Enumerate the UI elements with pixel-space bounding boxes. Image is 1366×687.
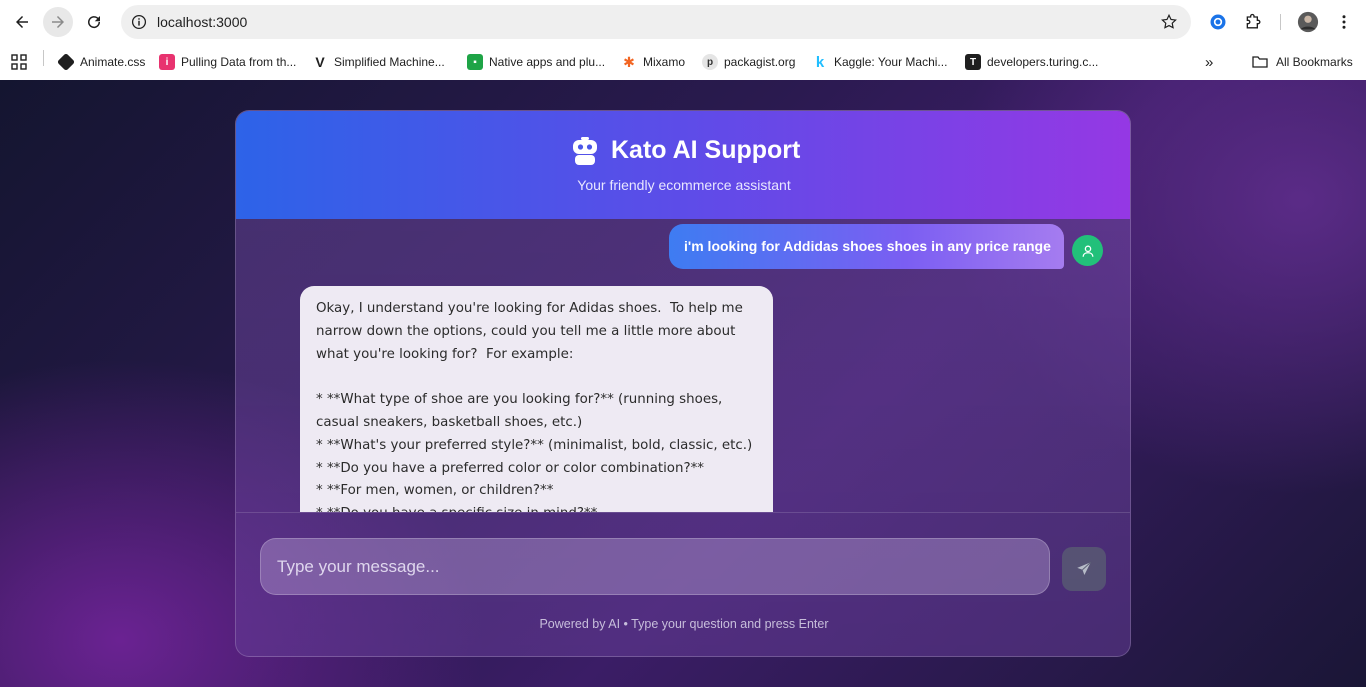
profile-avatar[interactable] (1296, 8, 1320, 36)
simplified-favicon: V (315, 54, 325, 70)
bookmark-kaggle[interactable]: k Kaggle: Your Machi... (812, 52, 948, 72)
chat-window: Kato AI Support Your friendly ecommerce … (235, 110, 1131, 657)
composer: Powered by AI • Type your question and p… (236, 512, 1130, 656)
all-bookmarks-folder[interactable]: All Bookmarks (1252, 52, 1353, 72)
bookmark-label: Native apps and plu... (489, 55, 606, 69)
arrow-right-icon (52, 16, 64, 28)
bookmark-star-icon[interactable] (1159, 12, 1179, 32)
menu-kebab-icon[interactable] (1334, 8, 1354, 36)
bookmarks-bar: Animate.css i Pulling Data from th... V … (0, 44, 1366, 80)
bookmarks-divider (43, 50, 44, 66)
bookmark-animate-css[interactable]: Animate.css (56, 52, 146, 72)
bookmark-packagist[interactable]: p packagist.org (702, 52, 795, 72)
bookmark-native-apps[interactable]: ▪ Native apps and plu... (467, 52, 605, 72)
reload-icon (88, 16, 101, 29)
bookmark-mixamo[interactable]: ✱ Mixamo (621, 52, 685, 72)
reload-button[interactable] (79, 7, 109, 37)
user-avatar (1072, 235, 1103, 266)
user-message-bubble: i'm looking for Addidas shoes shoes in a… (669, 224, 1064, 269)
send-button[interactable] (1062, 547, 1106, 591)
bookmark-label: packagist.org (724, 55, 796, 69)
chat-header: Kato AI Support Your friendly ecommerce … (236, 111, 1130, 219)
toolbar-divider (1280, 14, 1281, 30)
forward-button[interactable] (43, 7, 73, 37)
bookmark-label: developers.turing.c... (987, 55, 1099, 69)
all-bookmarks-label: All Bookmarks (1276, 55, 1353, 69)
composer-footer-note: Powered by AI • Type your question and p… (539, 617, 829, 631)
chat-subtitle: Your friendly ecommerce assistant (577, 177, 791, 193)
extension-icon[interactable] (1206, 8, 1230, 36)
address-bar[interactable]: localhost:3000 (121, 5, 1191, 39)
arrow-left-icon (16, 16, 28, 28)
page-background: Kato AI Support Your friendly ecommerce … (0, 80, 1366, 687)
bookmark-label: Kaggle: Your Machi... (834, 55, 948, 69)
user-icon (1082, 245, 1093, 257)
message-input[interactable] (260, 538, 1050, 595)
folder-icon (1252, 56, 1268, 68)
puzzle-extensions-icon[interactable] (1242, 8, 1266, 36)
bookmark-label: Mixamo (643, 55, 686, 69)
assistant-message-bubble: Okay, I understand you're looking for Ad… (300, 286, 773, 512)
bookmark-label: Simplified Machine... (334, 55, 445, 69)
url-text: localhost:3000 (157, 14, 248, 30)
apps-grid-icon[interactable] (11, 52, 27, 72)
bookmark-label: Pulling Data from th... (181, 55, 297, 69)
native-apps-favicon: ▪ (467, 54, 483, 70)
bookmark-label: Animate.css (80, 55, 146, 69)
bookmark-pulling-data[interactable]: i Pulling Data from th... (159, 52, 296, 72)
browser-toolbar: localhost:3000 (0, 0, 1366, 44)
chat-title: Kato AI Support (611, 136, 801, 164)
send-icon (1077, 561, 1092, 575)
animate-css-favicon (56, 52, 76, 72)
more-bookmarks-chevron-icon[interactable]: » (1205, 52, 1213, 72)
site-info-icon[interactable] (129, 12, 149, 32)
back-button[interactable] (7, 7, 37, 37)
mixamo-favicon: ✱ (623, 53, 635, 70)
packagist-favicon: p (702, 54, 718, 70)
robot-icon (572, 137, 598, 165)
turing-favicon: T (965, 54, 981, 70)
bookmark-simplified-machine[interactable]: V Simplified Machine... (312, 52, 445, 72)
bookmark-developers-turing[interactable]: T developers.turing.c... (965, 52, 1098, 72)
message-list[interactable]: i'm looking for Addidas shoes shoes in a… (236, 219, 1130, 512)
pulling-data-favicon: i (159, 54, 175, 70)
kaggle-favicon: k (815, 53, 825, 71)
